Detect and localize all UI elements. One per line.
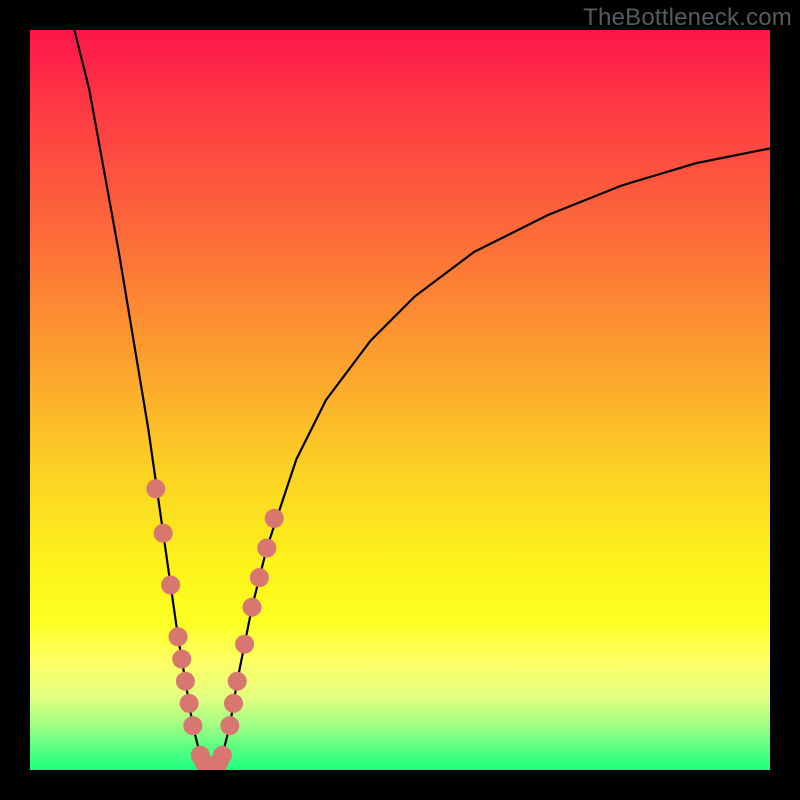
watermark-text: TheBottleneck.com xyxy=(583,4,792,32)
chart-frame: { "watermark": "TheBottleneck.com", "col… xyxy=(0,0,800,800)
plot-area xyxy=(30,30,770,770)
